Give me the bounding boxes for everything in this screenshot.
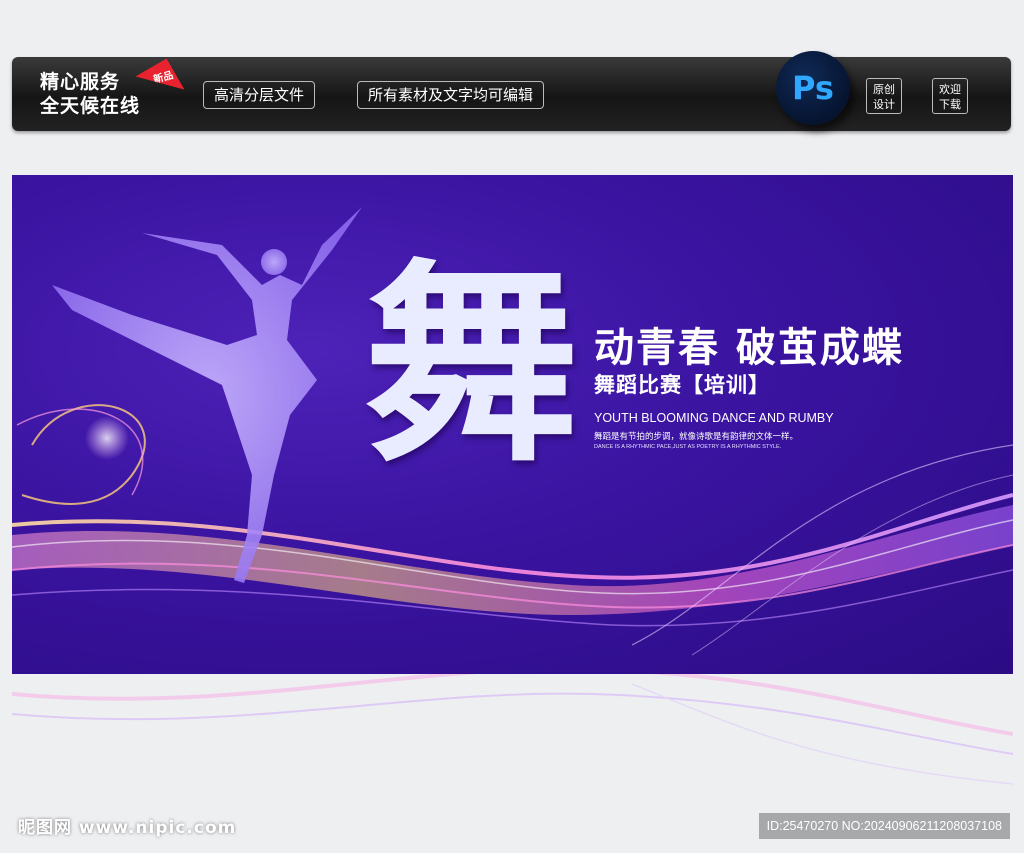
welcome-line1: 欢迎 <box>939 83 961 96</box>
service-text: 精心服务 全天候在线 <box>40 70 140 118</box>
feature-pill-layered-file: 高清分层文件 <box>203 81 316 109</box>
photoshop-icon: Ps <box>776 51 850 125</box>
dance-banner: 舞 动青春 破茧成蝶 舞蹈比赛【培训】 YOUTH BLOOMING DANCE… <box>12 175 1013 674</box>
image-id-label: ID:25470270 NO:20240906211208037108 <box>758 813 1010 839</box>
watermark-site: 昵图网 www.nipic.com <box>18 818 237 838</box>
welcome-download-tag: 欢迎 下载 <box>932 78 968 114</box>
feature-pill-editable: 所有素材及文字均可编辑 <box>357 81 545 109</box>
headline: 动青春 破茧成蝶 <box>594 325 904 371</box>
subheadline: 舞蹈比赛【培训】 <box>594 373 770 397</box>
original-design-tag: 原创 设计 <box>866 78 902 114</box>
original-line1: 原创 <box>873 83 895 96</box>
service-line1: 精心服务 <box>40 71 121 93</box>
photoshop-label: Ps <box>792 69 834 107</box>
reflection-graphic <box>12 674 1013 785</box>
dance-character-title: 舞 <box>364 238 579 491</box>
banner-reflection <box>12 674 1013 794</box>
new-badge-label: 新品 <box>152 70 175 86</box>
welcome-line2: 下载 <box>939 98 961 111</box>
service-line2: 全天候在线 <box>40 95 141 117</box>
chinese-quote: 舞蹈是有节拍的步调，就像诗歌是有韵律的文体一样。 <box>594 432 799 442</box>
english-title: YOUTH BLOOMING DANCE AND RUMBY <box>594 411 834 425</box>
original-line2: 设计 <box>873 98 895 111</box>
promo-bar: 精心服务 全天候在线 新品 高清分层文件 所有素材及文字均可编辑 Ps 原创 设… <box>12 51 1011 131</box>
english-quote: DANCE IS A RHYTHMIC PACE,JUST AS POETRY … <box>594 444 782 450</box>
new-badge: 新品 <box>135 58 184 107</box>
